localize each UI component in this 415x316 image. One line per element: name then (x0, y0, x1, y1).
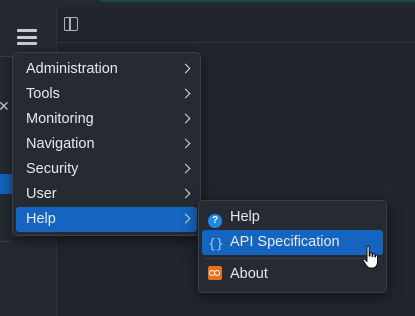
chevron-right-icon (180, 113, 191, 124)
hand-pointer-cursor (362, 245, 378, 269)
chevron-right-icon (180, 63, 191, 74)
infinity-icon (208, 266, 222, 280)
menu-item-label: Navigation (26, 136, 95, 152)
submenu-item-label: API Specification (230, 234, 340, 250)
rail-divider (0, 241, 12, 242)
submenu-item-about[interactable]: About (202, 262, 383, 287)
menu-item-administration[interactable]: Administration (13, 57, 200, 82)
submenu-item-label: Help (230, 209, 260, 225)
menu-item-navigation[interactable]: Navigation (13, 132, 200, 157)
menu-item-security[interactable]: Security (13, 157, 200, 182)
chevron-right-icon (180, 88, 191, 99)
app-window: ✕ Administration Tools Monitoring Naviga… (0, 0, 415, 316)
menu-item-tools[interactable]: Tools (13, 82, 200, 107)
main-menu: Administration Tools Monitoring Navigati… (12, 52, 201, 236)
help-circle-icon: ? (208, 214, 222, 228)
chevron-right-icon (180, 188, 191, 199)
chevron-right-icon (180, 213, 191, 224)
submenu-divider (205, 258, 380, 259)
help-submenu: ? Help {} API Specification About (198, 200, 387, 293)
menu-item-monitoring[interactable]: Monitoring (13, 107, 200, 132)
menu-item-label: Administration (26, 61, 118, 77)
chevron-right-icon (180, 138, 191, 149)
menu-item-label: Tools (26, 86, 60, 102)
menu-item-label: User (26, 186, 57, 202)
menu-item-label: Security (26, 161, 79, 177)
close-icon[interactable]: ✕ (0, 98, 10, 115)
submenu-item-help[interactable]: ? Help (202, 205, 383, 230)
menu-item-label: Help (26, 211, 56, 227)
menu-item-help[interactable]: Help (16, 207, 197, 232)
top-accent-bar (100, 0, 415, 2)
curly-braces-icon: {} (208, 237, 224, 252)
submenu-item-label: About (230, 266, 268, 282)
menu-item-user[interactable]: User (13, 182, 200, 207)
submenu-item-api-specification[interactable]: {} API Specification (202, 230, 383, 255)
menu-item-label: Monitoring (26, 111, 94, 127)
chevron-right-icon (180, 163, 191, 174)
menu-icon[interactable] (17, 29, 37, 45)
main-toolbar (57, 6, 415, 43)
rail-active-indicator (0, 174, 12, 194)
sidebar-toggle-icon[interactable] (64, 17, 78, 31)
